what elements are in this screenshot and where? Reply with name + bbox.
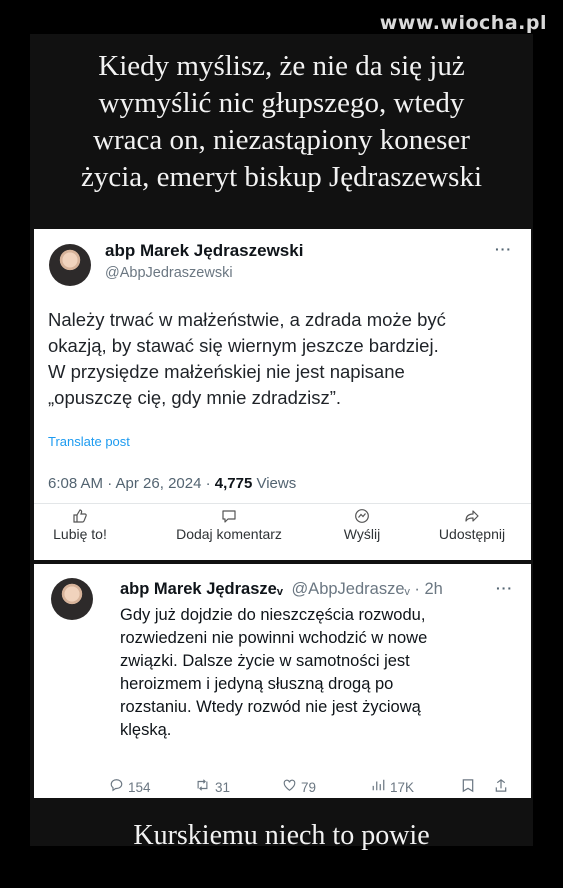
views-button[interactable]: 17K bbox=[371, 778, 414, 796]
views-icon bbox=[371, 779, 386, 796]
post-card: abp Marek Jędraszewski @AbpJedraszewski … bbox=[34, 229, 531, 560]
like-icon bbox=[44, 508, 116, 526]
repost-button[interactable]: 31 bbox=[194, 778, 230, 796]
like-count-button[interactable]: 79 bbox=[282, 778, 316, 796]
comment-button[interactable]: Dodaj komentarz bbox=[154, 508, 304, 542]
share-icon bbox=[422, 508, 522, 526]
translate-link[interactable]: Translate post bbox=[48, 434, 130, 449]
footer-caption: Kurskiemu niech to powie bbox=[133, 820, 430, 851]
reply-count-button[interactable]: 154 bbox=[109, 778, 151, 796]
bookmark-button[interactable] bbox=[461, 778, 479, 797]
headline-line: wraca on, niezastąpiony koneser bbox=[93, 124, 470, 156]
reply-text-line: rozwiedzeni nie powinni wchodzić w nowe bbox=[120, 629, 428, 647]
reply-text-line: heroizmem i jedyną słuszną drogą po bbox=[120, 675, 394, 693]
reply-text-line: rozstaniu. Wtedy rozwód nie jest życiową bbox=[120, 698, 421, 716]
post-time: 6:08 AM · Apr 26, 2024 · bbox=[48, 475, 215, 492]
post-text-line: W przysiędze małżeńskiej nie jest napisa… bbox=[48, 361, 405, 382]
reply-stats: 154 31 79 17K bbox=[109, 778, 524, 798]
reply-header: abp Marek Jędraszeᵥ @AbpJedraszeᵥ · 2h bbox=[120, 580, 443, 599]
upload-icon bbox=[494, 779, 508, 797]
headline-line: Kiedy myślisz, że nie da się już bbox=[98, 50, 465, 82]
send-icon bbox=[327, 508, 397, 526]
share-button[interactable]: Udostępnij bbox=[422, 508, 522, 542]
reply-text: Gdy już dojdzie do nieszczęścia rozwodu,… bbox=[120, 604, 520, 742]
repost-icon bbox=[194, 779, 211, 796]
share-button[interactable] bbox=[494, 778, 512, 797]
heart-icon bbox=[282, 779, 297, 796]
reply-text-line: Gdy już dojdzie do nieszczęścia rozwodu, bbox=[120, 606, 426, 624]
reply-card: abp Marek Jędraszeᵥ @AbpJedraszeᵥ · 2h ·… bbox=[34, 564, 531, 798]
post-text-line: „opuszczę cię, gdy mnie zdradzisz”. bbox=[48, 387, 342, 408]
action-bar: Lubię to! Dodaj komentarz Wyślij Udostęp… bbox=[34, 506, 531, 556]
author-handle[interactable]: @AbpJedraszewski bbox=[105, 265, 233, 281]
like-count: 79 bbox=[301, 780, 317, 795]
reply-text-line: klęską. bbox=[120, 721, 172, 739]
headline-line: wymyślić nic głupszego, wtedy bbox=[98, 87, 465, 119]
repost-count: 31 bbox=[215, 780, 231, 795]
avatar[interactable] bbox=[51, 578, 93, 620]
comment-icon bbox=[154, 508, 304, 526]
post-meta: 6:08 AM · Apr 26, 2024 · 4,775 Views bbox=[48, 475, 296, 492]
more-options-icon[interactable]: ··· bbox=[496, 580, 513, 596]
reply-icon bbox=[109, 779, 124, 796]
avatar[interactable] bbox=[49, 244, 91, 286]
reply-count: 154 bbox=[128, 780, 151, 795]
watermark: www.wiocha.pl bbox=[379, 12, 547, 34]
send-label: Wyślij bbox=[343, 526, 381, 542]
headline-line: życia, emeryt biskup Jędraszewski bbox=[80, 161, 483, 193]
post-text-line: Należy trwać w małżeństwie, a zdrada moż… bbox=[48, 309, 446, 330]
share-label: Udostępnij bbox=[438, 526, 506, 542]
post-text: Należy trwać w małżeństwie, a zdrada moż… bbox=[48, 307, 518, 411]
post-text-line: okazją, by stawać się wiernym jeszcze ba… bbox=[48, 335, 439, 356]
views-count: 17K bbox=[390, 780, 415, 795]
reply-author-name[interactable]: abp Marek Jędraszeᵥ bbox=[120, 580, 283, 598]
headline: Kiedy myślisz, że nie da się już wymyśli… bbox=[30, 48, 533, 196]
views-label: Views bbox=[252, 475, 297, 492]
views-count: 4,775 bbox=[214, 475, 253, 492]
author-name[interactable]: abp Marek Jędraszewski bbox=[105, 241, 303, 261]
reply-author-handle[interactable]: @AbpJedraszeᵥ · 2h bbox=[291, 580, 442, 598]
bookmark-icon bbox=[461, 779, 475, 797]
divider bbox=[34, 503, 531, 504]
like-label: Lubię to! bbox=[53, 526, 107, 542]
send-button[interactable]: Wyślij bbox=[327, 508, 397, 542]
comment-label: Dodaj komentarz bbox=[176, 526, 282, 542]
like-button[interactable]: Lubię to! bbox=[44, 508, 116, 542]
more-options-icon[interactable]: ··· bbox=[495, 241, 512, 257]
reply-text-line: związki. Dalsze życie w samotności jest bbox=[120, 652, 410, 670]
